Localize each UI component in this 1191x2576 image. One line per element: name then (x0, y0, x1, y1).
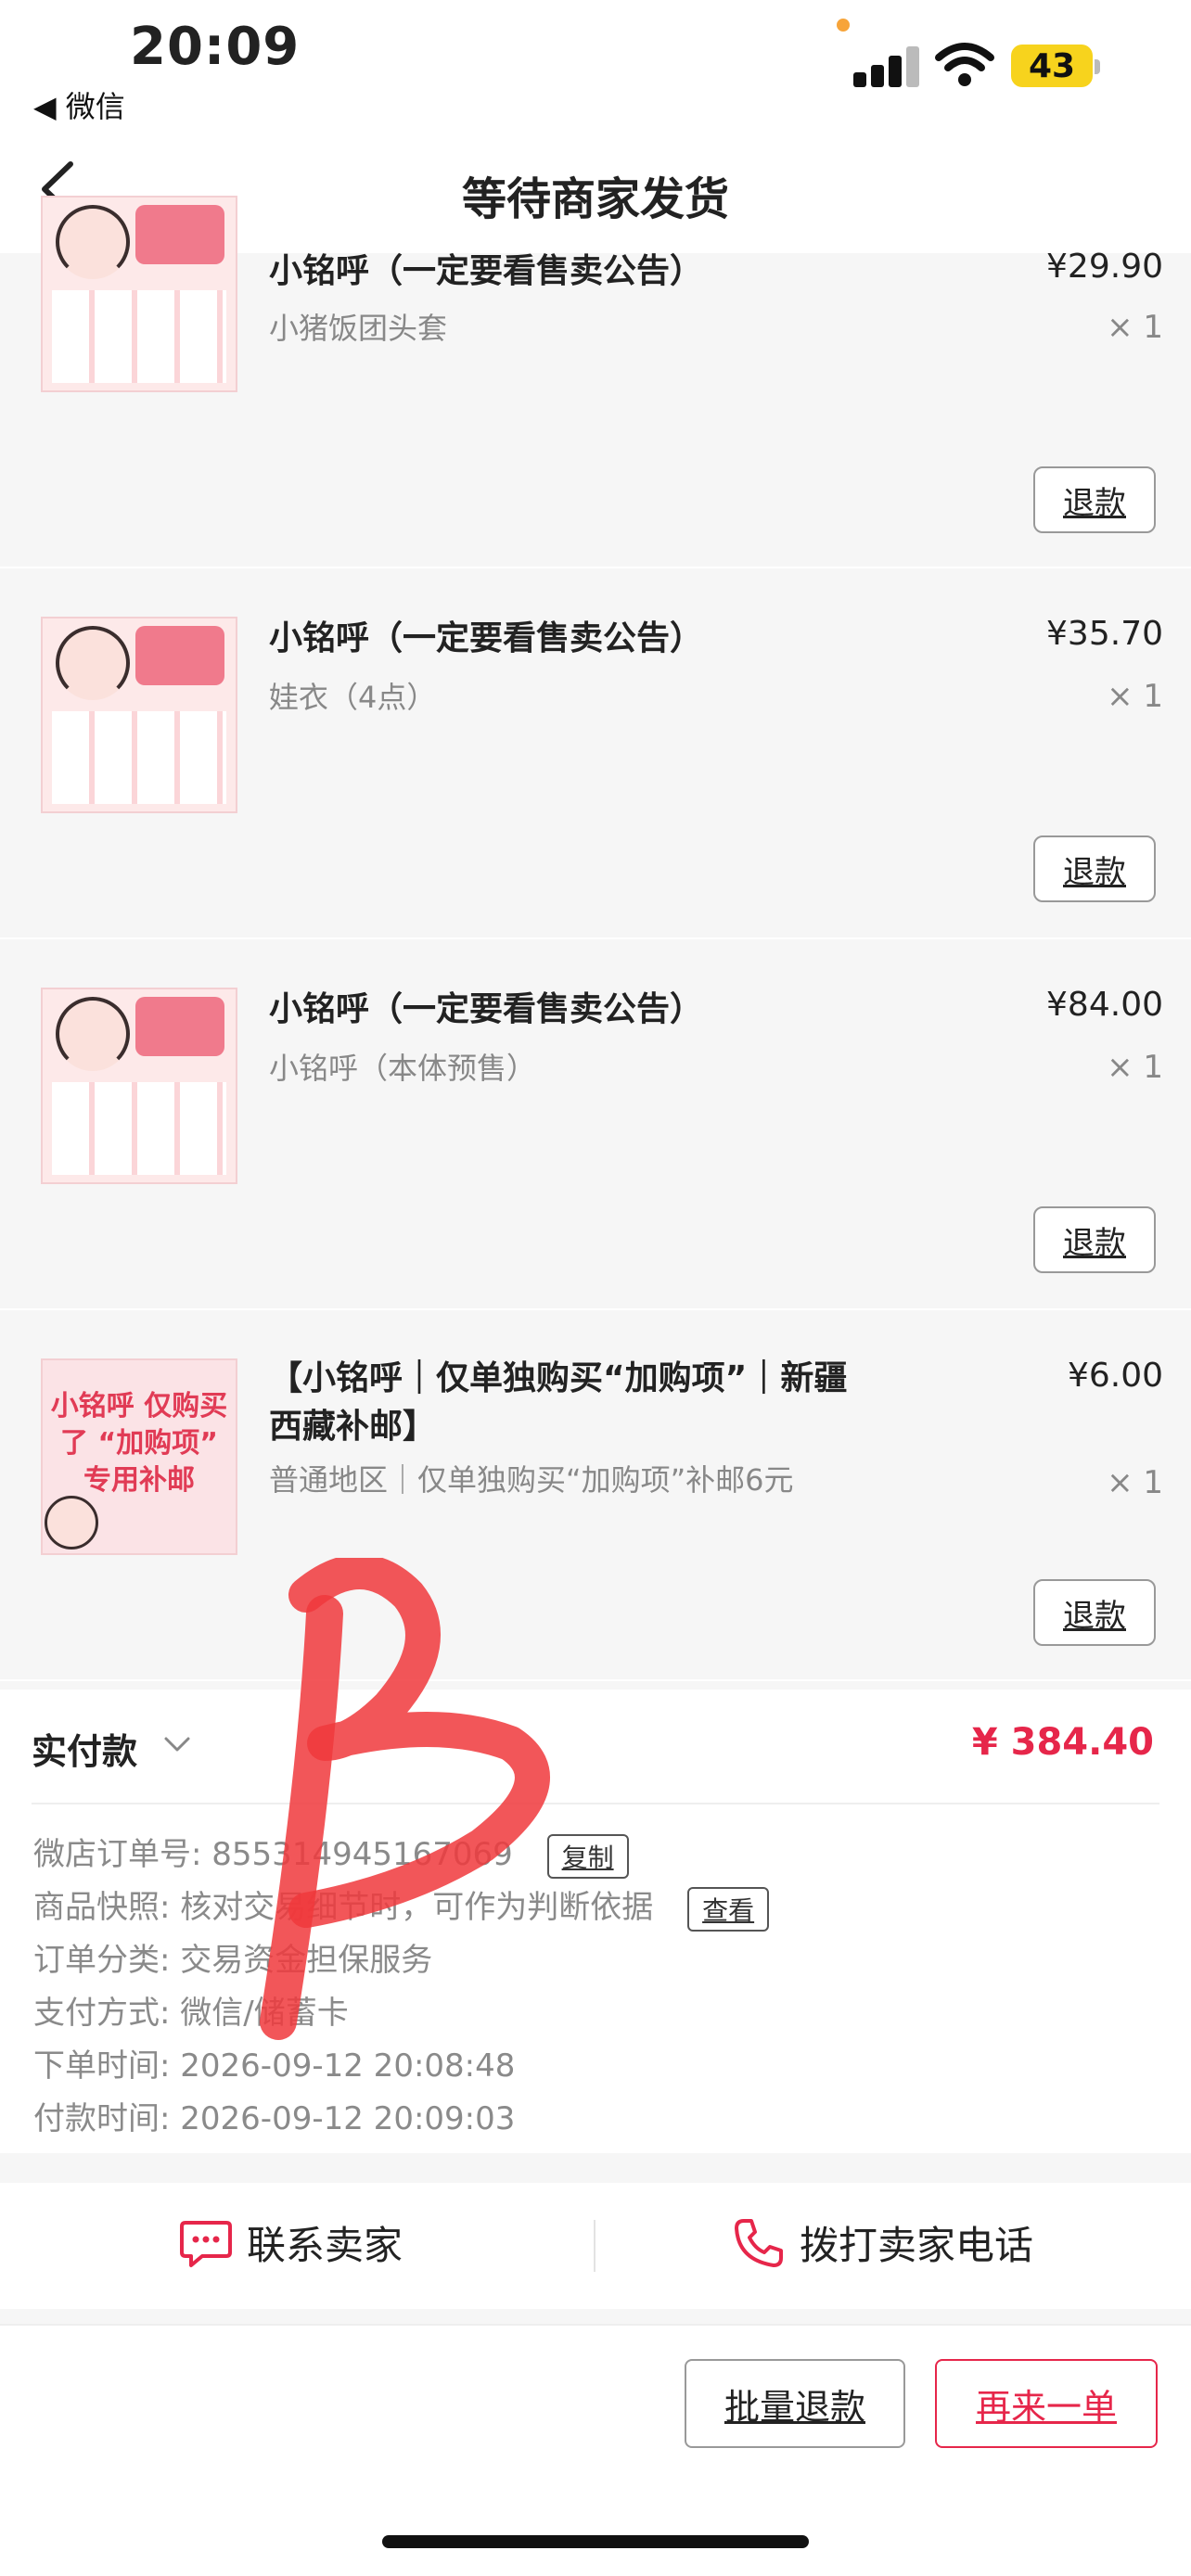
order-time-row: 下单时间: 2026-09-12 20:08:48 (33, 2040, 515, 2085)
contact-seller-label: 联系卖家 (247, 2223, 403, 2268)
method-value: 微信/储蓄卡 (180, 1995, 349, 2032)
pay-time-value: 2026-09-12 20:09:03 (180, 2100, 516, 2137)
order-item: 小铭呼（一定要看售卖公告） 娃衣（4点） ¥35.70 × 1 退款 (0, 568, 1191, 939)
bottom-action-bar: 批量退款 再来一单 (0, 2324, 1191, 2576)
copy-button[interactable]: 复制 (546, 1833, 629, 1879)
view-snapshot-button[interactable]: 查看 (687, 1886, 770, 1932)
item-title: 小铭呼（一定要看售卖公告） (269, 619, 704, 657)
snapshot-row: 商品快照: 核对交易细节时，可作为判断依据 查看 (33, 1881, 770, 1932)
item-quantity: × 1 (1107, 1464, 1163, 1501)
buy-again-button[interactable]: 再来一单 (935, 2359, 1158, 2448)
order-item: 小铭呼（一定要看售卖公告） 小猪饭团头套 ¥29.90 × 1 退款 (0, 196, 1191, 568)
item-price: ¥6.00 (1067, 1357, 1163, 1395)
item-title: 小铭呼（一定要看售卖公告） (269, 990, 704, 1028)
product-thumbnail[interactable] (41, 617, 237, 813)
battery-icon: 43 (1011, 45, 1093, 87)
product-thumbnail[interactable]: 小铭呼 仅购买了 “加购项” 专用补邮 (41, 1358, 237, 1555)
snapshot-label: 商品快照: (33, 1889, 171, 1926)
order-time-value: 2026-09-12 20:08:48 (180, 2047, 516, 2085)
call-seller-button[interactable]: 拨打卖家电话 (731, 2214, 1033, 2271)
category-value: 交易资金担保服务 (180, 1942, 433, 1979)
cellular-signal-icon (853, 45, 920, 87)
thumbnail-text: 小铭呼 仅购买了 “加购项” 专用补邮 (50, 1390, 228, 1497)
item-title: 小铭呼（一定要看售卖公告） (269, 252, 704, 290)
item-sku: 娃衣（4点） (269, 680, 437, 715)
contact-seller-button[interactable]: 联系卖家 (178, 2214, 403, 2271)
order-category-row: 订单分类: 交易资金担保服务 (33, 1934, 432, 1980)
payment-method-row: 支付方式: 微信/储蓄卡 (33, 1987, 349, 2033)
home-indicator[interactable] (382, 2535, 809, 2548)
item-quantity: × 1 (1107, 309, 1163, 346)
refund-button[interactable]: 退款 (1033, 835, 1156, 902)
item-quantity: × 1 (1107, 1049, 1163, 1086)
item-sku: 普通地区｜仅单独购买“加购项”补邮6元 (269, 1462, 794, 1498)
category-label: 订单分类: (33, 1942, 171, 1979)
pay-time-label: 付款时间: (33, 2100, 171, 2137)
item-price: ¥84.00 (1046, 986, 1163, 1024)
contact-bar: 联系卖家 拨打卖家电话 (0, 2183, 1191, 2309)
clock: 20:09 (130, 17, 301, 77)
order-item-list: 小铭呼（一定要看售卖公告） 小猪饭团头套 ¥29.90 × 1 退款 小铭呼（一… (0, 196, 1191, 1681)
order-number: 855314945167069 (211, 1836, 513, 1873)
order-number-label: 微店订单号: (33, 1836, 202, 1873)
chevron-down-icon[interactable] (163, 1730, 191, 1758)
paid-amount: ¥ 384.40 (971, 1721, 1154, 1764)
refund-button[interactable]: 退款 (1033, 1579, 1156, 1646)
item-price: ¥35.70 (1046, 615, 1163, 653)
refund-button[interactable]: 退款 (1033, 466, 1156, 533)
wifi-icon (935, 43, 994, 86)
order-item: 小铭呼 仅购买了 “加购项” 专用补邮 【小铭呼｜仅单独购买“加购项”｜新疆西藏… (0, 1310, 1191, 1681)
method-label: 支付方式: (33, 1995, 171, 2032)
divider (32, 1803, 1159, 1804)
product-thumbnail[interactable] (41, 988, 237, 1184)
snapshot-text: 核对交易细节时，可作为判断依据 (180, 1889, 654, 1926)
batch-refund-button[interactable]: 批量退款 (685, 2359, 905, 2448)
paid-amount-label[interactable]: 实付款 (32, 1723, 137, 1774)
divider (594, 2220, 596, 2272)
privacy-indicator-icon (837, 19, 850, 32)
status-bar: 20:09 ◀ 微信 43 (0, 0, 1191, 125)
back-to-wechat-link[interactable]: ◀ 微信 (33, 83, 125, 126)
order-number-row: 微店订单号: 855314945167069 复制 (33, 1829, 629, 1879)
item-sku: 小铭呼（本体预售） (269, 1051, 537, 1086)
refund-button[interactable]: 退款 (1033, 1206, 1156, 1273)
payment-details: 实付款 ¥ 384.40 微店订单号: 855314945167069 复制 商… (0, 1690, 1191, 2153)
item-price: ¥29.90 (1046, 248, 1163, 286)
phone-icon (735, 2218, 783, 2267)
pay-time-row: 付款时间: 2026-09-12 20:09:03 (33, 2093, 515, 2138)
item-quantity: × 1 (1107, 678, 1163, 715)
call-seller-label: 拨打卖家电话 (800, 2223, 1034, 2268)
product-thumbnail[interactable] (41, 196, 237, 392)
item-sku: 小猪饭团头套 (269, 311, 448, 346)
battery-tip (1095, 59, 1100, 74)
chat-bubble-icon (180, 2220, 232, 2267)
item-title: 【小铭呼｜仅单独购买“加购项”｜新疆西藏补邮】 (269, 1359, 848, 1446)
order-item: 小铭呼（一定要看售卖公告） 小铭呼（本体预售） ¥84.00 × 1 退款 (0, 939, 1191, 1310)
order-time-label: 下单时间: (33, 2047, 171, 2085)
